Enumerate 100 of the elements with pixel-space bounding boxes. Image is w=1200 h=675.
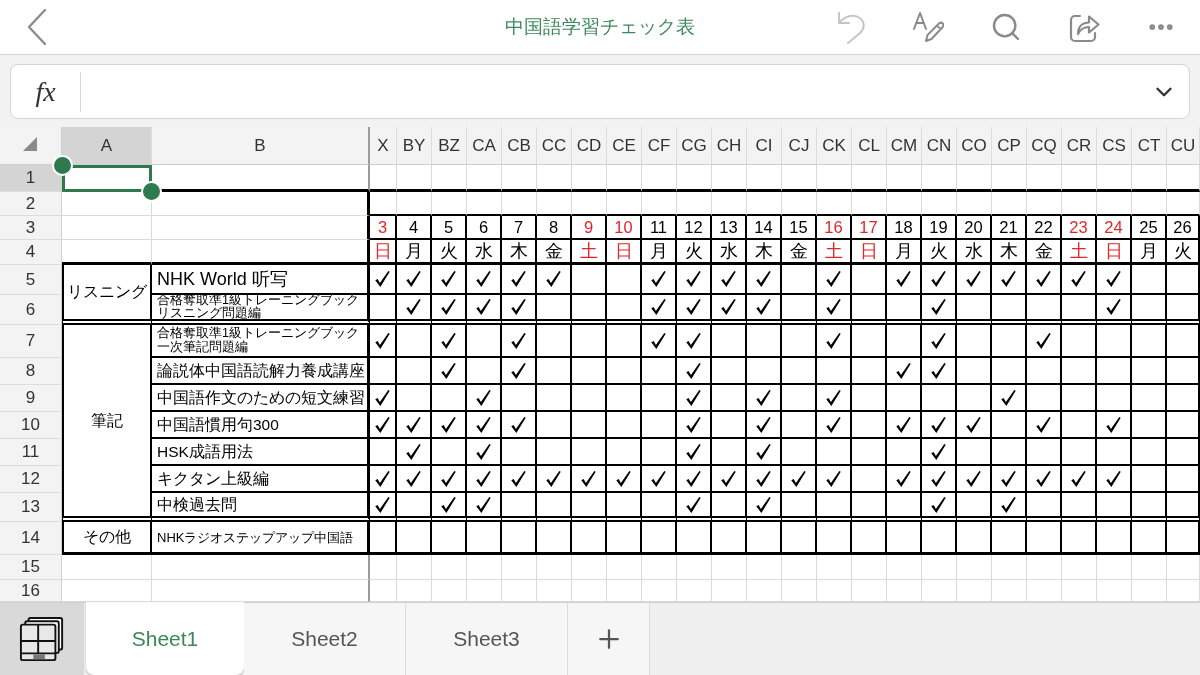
row-header[interactable]: 6 bbox=[0, 295, 62, 325]
column-header[interactable]: CM bbox=[887, 127, 922, 165]
check-icon bbox=[375, 415, 390, 434]
row-header[interactable]: 14 bbox=[0, 522, 62, 555]
empty-cell bbox=[712, 165, 747, 192]
check-icon bbox=[441, 270, 456, 288]
column-header[interactable]: CC bbox=[537, 127, 572, 165]
item-label-cell: HSK成語用法 bbox=[152, 439, 370, 466]
check-icon bbox=[375, 331, 390, 350]
column-header[interactable]: CB bbox=[502, 127, 537, 165]
letter-pen-icon[interactable] bbox=[912, 11, 944, 43]
column-header[interactable]: CO bbox=[957, 127, 992, 165]
empty-cell bbox=[432, 555, 467, 580]
empty-cell bbox=[370, 555, 397, 580]
sheet-tab[interactable]: Sheet3 bbox=[406, 603, 568, 675]
column-header[interactable]: CL bbox=[852, 127, 887, 165]
weekday-cell: 木 bbox=[992, 240, 1027, 265]
empty-cell bbox=[817, 192, 852, 216]
sheet-tab[interactable]: Sheet1 bbox=[86, 602, 244, 675]
item-label-cell: NHKラジオステップアップ中国語 bbox=[152, 522, 370, 555]
date-cell: 25 bbox=[1132, 216, 1167, 240]
empty-cell bbox=[607, 165, 642, 192]
row-header[interactable]: 1 bbox=[0, 165, 62, 192]
column-header[interactable]: BY bbox=[397, 127, 432, 165]
column-header[interactable]: CH bbox=[712, 127, 747, 165]
column-header[interactable]: CU bbox=[1167, 127, 1200, 165]
row-header[interactable]: 13 bbox=[0, 493, 62, 522]
row-header[interactable]: 5 bbox=[0, 265, 62, 295]
triangle-icon[interactable] bbox=[23, 137, 37, 151]
check-icon bbox=[721, 469, 736, 488]
row-header[interactable]: 2 bbox=[0, 192, 62, 216]
column-header[interactable]: CP bbox=[992, 127, 1027, 165]
column-header[interactable]: B bbox=[152, 127, 370, 165]
empty-cell bbox=[642, 165, 677, 192]
check-icon bbox=[441, 298, 456, 316]
weekday-cell: 日 bbox=[852, 240, 887, 265]
date-cell: 24 bbox=[1097, 216, 1132, 240]
empty-cell bbox=[607, 555, 642, 580]
check-icon bbox=[756, 442, 771, 461]
check-icon bbox=[756, 388, 771, 407]
date-cell: 16 bbox=[817, 216, 852, 240]
row-header[interactable]: 11 bbox=[0, 439, 62, 466]
date-cell: 7 bbox=[502, 216, 537, 240]
row-header[interactable]: 8 bbox=[0, 358, 62, 385]
column-header[interactable]: CI bbox=[747, 127, 782, 165]
check-icon bbox=[511, 298, 526, 316]
column-header[interactable]: A bbox=[62, 127, 152, 165]
column-header[interactable]: CG bbox=[677, 127, 712, 165]
search-icon[interactable] bbox=[990, 11, 1022, 43]
weekday-cell: 火 bbox=[432, 240, 467, 265]
column-header[interactable]: CJ bbox=[782, 127, 817, 165]
row-header[interactable]: 7 bbox=[0, 325, 62, 358]
column-header[interactable]: CF bbox=[642, 127, 677, 165]
column-header[interactable]: CN bbox=[922, 127, 957, 165]
date-cell: 23 bbox=[1062, 216, 1097, 240]
empty-cell bbox=[782, 165, 817, 192]
check-icon bbox=[686, 469, 701, 488]
row-header[interactable]: 3 bbox=[0, 216, 62, 240]
row-header[interactable]: 10 bbox=[0, 412, 62, 439]
check-icon bbox=[686, 298, 701, 316]
date-cell: 12 bbox=[677, 216, 712, 240]
date-cell: 26 bbox=[1167, 216, 1200, 240]
column-header[interactable]: CR bbox=[1062, 127, 1097, 165]
check-icon bbox=[756, 415, 771, 434]
column-header[interactable]: CE bbox=[607, 127, 642, 165]
check-icon bbox=[826, 469, 841, 488]
column-header[interactable]: CT bbox=[1132, 127, 1167, 165]
check-icon bbox=[511, 415, 526, 434]
check-icon bbox=[406, 415, 421, 434]
row-header[interactable]: 9 bbox=[0, 385, 62, 412]
empty-cell bbox=[992, 555, 1027, 580]
column-header[interactable]: CQ bbox=[1027, 127, 1062, 165]
row-header[interactable]: 12 bbox=[0, 466, 62, 493]
check-icon bbox=[476, 270, 491, 288]
date-cell: 21 bbox=[992, 216, 1027, 240]
empty-cell bbox=[677, 165, 712, 192]
sheets-button[interactable] bbox=[0, 603, 84, 675]
date-cell: 13 bbox=[712, 216, 747, 240]
date-cell: 18 bbox=[887, 216, 922, 240]
check-icon bbox=[1106, 415, 1121, 434]
back-chevron-icon[interactable] bbox=[27, 8, 47, 46]
column-header[interactable]: CD bbox=[572, 127, 607, 165]
empty-cell bbox=[992, 192, 1027, 216]
check-icon bbox=[375, 495, 390, 514]
row-header[interactable]: 15 bbox=[0, 555, 62, 580]
row-header[interactable]: 16 bbox=[0, 580, 62, 602]
sheet-tab[interactable]: Sheet2 bbox=[244, 603, 406, 675]
row-header[interactable]: 4 bbox=[0, 240, 62, 265]
weekday-cell: 月 bbox=[887, 240, 922, 265]
column-header[interactable]: BZ bbox=[432, 127, 467, 165]
column-header[interactable]: X bbox=[370, 127, 397, 165]
column-header[interactable]: CA bbox=[467, 127, 502, 165]
function-label[interactable]: fx bbox=[11, 70, 80, 113]
column-header[interactable]: CK bbox=[817, 127, 852, 165]
check-icon bbox=[896, 361, 911, 380]
empty-cell bbox=[887, 192, 922, 216]
check-icon bbox=[476, 415, 491, 434]
column-header[interactable]: CS bbox=[1097, 127, 1132, 165]
selection-handle[interactable] bbox=[141, 181, 162, 202]
empty-cell bbox=[1097, 555, 1132, 580]
